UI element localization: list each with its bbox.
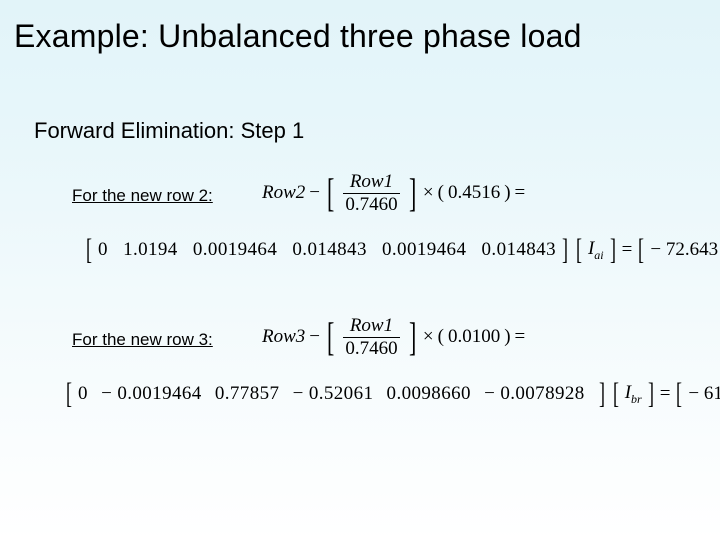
- slide-title: Example: Unbalanced three phase load: [14, 18, 582, 55]
- row3-label: For the new row 3:: [72, 330, 213, 350]
- equals-icon: =: [515, 326, 526, 348]
- left-bracket-icon: [: [327, 176, 334, 210]
- row3-frac-num: Row1: [348, 316, 395, 337]
- left-bracket-icon: [: [676, 382, 682, 406]
- right-bracket-icon: ]: [599, 382, 605, 406]
- right-bracket-icon: ]: [409, 320, 416, 354]
- left-bracket-icon: [: [638, 238, 644, 262]
- row3-formula: Row3 − [ Row1 0.7460 ] × (0.0100) =: [262, 316, 525, 359]
- row3-frac-den: 0.7460: [343, 337, 399, 359]
- row2-var: Iai: [588, 238, 604, 263]
- row2-frac-den: 0.7460: [343, 193, 399, 215]
- left-bracket-icon: [: [66, 382, 72, 406]
- row3-mult-open: (: [438, 326, 444, 348]
- row3-mult-close: ): [504, 326, 510, 348]
- row2-matrix: 0 1.0194 0.0019464 0.014843 0.0019464 0.…: [98, 239, 556, 261]
- equals-icon: =: [660, 383, 671, 405]
- row2-label: For the new row 2:: [72, 186, 213, 206]
- row3-rhs: − 61.609: [688, 383, 720, 405]
- row2-mult: 0.4516: [448, 182, 500, 204]
- row3-result: [ 0 − 0.0019464 0.77857 − 0.52061 0.0098…: [64, 382, 720, 407]
- right-bracket-icon: ]: [648, 382, 654, 406]
- minus-icon: −: [309, 326, 320, 348]
- left-bracket-icon: [: [576, 238, 582, 262]
- left-bracket-icon: [: [327, 320, 334, 354]
- slide: Example: Unbalanced three phase load For…: [0, 0, 720, 540]
- equals-icon: =: [622, 239, 633, 261]
- row2-formula-lhs: Row2: [262, 182, 305, 204]
- row2-formula: Row2 − [ Row1 0.7460 ] × (0.4516) =: [262, 172, 525, 215]
- row2-frac-num: Row1: [348, 172, 395, 193]
- row2-mult-open: (: [438, 182, 444, 204]
- row2-mult-close: ): [504, 182, 510, 204]
- left-bracket-icon: [: [86, 238, 92, 262]
- row3-formula-lhs: Row3: [262, 326, 305, 348]
- minus-icon: −: [309, 182, 320, 204]
- right-bracket-icon: ]: [409, 176, 416, 210]
- step-subtitle: Forward Elimination: Step 1: [34, 118, 304, 144]
- left-bracket-icon: [: [613, 382, 619, 406]
- row3-matrix: 0 − 0.0019464 0.77857 − 0.52061 0.009866…: [78, 383, 593, 405]
- right-bracket-icon: ]: [562, 238, 568, 262]
- row3-fraction: Row1 0.7460: [343, 316, 399, 359]
- row3-mult: 0.0100: [448, 326, 500, 348]
- right-bracket-icon: ]: [610, 238, 616, 262]
- row2-rhs: − 72.643: [650, 239, 718, 261]
- equals-icon: =: [515, 182, 526, 204]
- row2-result: [ 0 1.0194 0.0019464 0.014843 0.0019464 …: [84, 238, 720, 263]
- times-icon: ×: [423, 182, 434, 204]
- row3-var: Ibr: [625, 382, 642, 407]
- row2-fraction: Row1 0.7460: [343, 172, 399, 215]
- times-icon: ×: [423, 326, 434, 348]
